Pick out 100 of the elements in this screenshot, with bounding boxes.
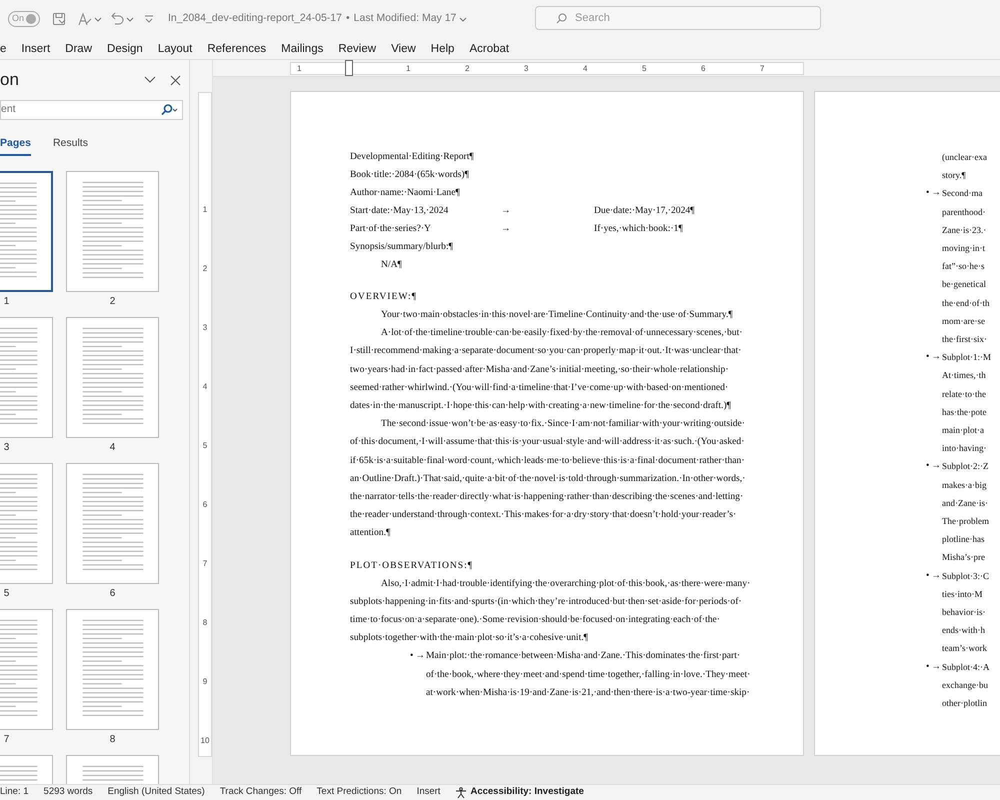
page-number: 2	[110, 295, 116, 309]
undo-icon[interactable]	[110, 12, 124, 26]
status-item[interactable]: Accessibility: Investigate	[470, 785, 584, 800]
ribbon-tab[interactable]: Review	[338, 40, 376, 56]
page-thumbnail[interactable]	[66, 609, 159, 730]
search-icon	[556, 12, 567, 24]
pane-tab[interactable]: Pages	[0, 134, 31, 156]
ribbon-tab[interactable]: Acrobat	[469, 40, 510, 56]
text-line: Developmental·Editing·Report¶	[350, 150, 475, 164]
status-item[interactable]: Line: 1	[0, 785, 29, 800]
accessibility-icon[interactable]	[455, 786, 468, 798]
ribbon-tab[interactable]: References	[207, 40, 266, 56]
pane-tab[interactable]: Results	[52, 134, 88, 156]
page-number: 1	[4, 295, 10, 309]
ribbon-tab[interactable]: View	[391, 40, 416, 56]
text-style-icon[interactable]	[78, 12, 92, 26]
status-item[interactable]: Text Predictions: On	[316, 785, 402, 800]
list-paragraph: Subplot·4:·A exchange·bu other·plotlin	[942, 660, 990, 710]
page-number: 4	[110, 441, 116, 455]
page-number: 6	[110, 587, 116, 601]
ruler-number: 6	[701, 63, 706, 75]
text-line: If·yes,·which·book:·1¶	[594, 222, 684, 236]
status-item[interactable]: Insert	[416, 785, 440, 800]
ribbon-tab[interactable]: Help	[430, 40, 454, 56]
customize-icon[interactable]	[144, 14, 154, 24]
bullet-mark: •	[410, 649, 414, 664]
caret-icon[interactable]	[126, 15, 134, 23]
paragraph: Also,·I·admit·I·had·trouble·identifying·the·overarching·plot·of·this·book,·as·there·were·many· subplots·happening·in·fits·and·spurts·(in·which·they’re·introduced·but·then·set·aside·for·periods·of· time·to·focus·on·a·separate·one).·Some·revision·should·be·focused·on·integrating·each·of·the· subplots·together·with·the·main·plot·so·it’s·a·cohesive·unit.¶	[350, 576, 752, 646]
search-field[interactable]: ent	[0, 100, 183, 120]
indent-marker[interactable]	[345, 60, 353, 76]
list-paragraph: Main·plot:·the·romance·between·Misha·and·Zane.·This·dominates·the·first·part· of·the·book,·where·they·meet·and·spend·time·together,·falling·in·love.·They·meet· at·work·when·Misha·is·19·and·Zane·is·21,·and·then·there·is·a·two-year·time·skip·	[426, 649, 750, 700]
text-line: Author·name:·Naomi·Lane¶	[350, 186, 461, 200]
pane-title: on	[0, 69, 19, 92]
paragraph: The·second·issue·won’t·be·as·easy·to·fix.·Since·I·am·not·familiar·with·your·writing·outside· of·this·document,·I·will·assume·that·this·is·your·usual·style·and·will·address·it·as·such.·(You·asked· if·65k·is·a·suitable·final·word·count,·which·leads·me·to·believe·this·is·a·final·document·rather·than· an·Outline·Draft.)·That·said,·quite·a·bit·of·the·novel·is·told·through·summarization.·In·other·words,· the·narrator·tells·the·reader·directly·what·is·happening·rather·than·describing·the·scenes·and·letting· the·reader·understand·through·context.·This·makes·for·a·dry·story·that·doesn’t·hold·your·reader’s· attention.¶	[350, 417, 746, 540]
page-number: 5	[4, 587, 10, 601]
tab-mark: →	[501, 204, 512, 218]
ruler-number: 1	[406, 63, 410, 75]
list-paragraph: Subplot·3:·C ties·into·M behavior·is· ends·with·h team’s·work	[942, 570, 990, 656]
page-number: 8	[110, 733, 116, 747]
ribbon-tab[interactable]: e	[0, 40, 6, 56]
ruler-number: 3	[524, 63, 528, 75]
close-icon[interactable]	[170, 74, 181, 86]
ribbon-tab[interactable]: Layout	[158, 40, 192, 56]
ruler-number: 2	[202, 264, 208, 274]
search-icon[interactable]	[160, 104, 178, 116]
paragraph: A·lot·of·the·timeline·trouble·can·be·easily·fixed·by·the·removal·of·unnecessary·scenes,·but· I·still·recommend·making·a·separate·document·so·you·can·properly·map·it·out.·It·was·unclear·that· two·years·had·in·fact·passed·after·Misha·and·Zane’s·initial·meeting,·so·their·whole·relationship· seemed·rather·whirlwind.·(You·will·find·a·timeline·that·I’ve·come·up·with·based·on·mentioned· dates·in·the·manuscript.·I·hope·this·can·help·with·creating·a·new·timeline·for·the·second·draft.)¶	[350, 326, 744, 414]
page-thumbnail[interactable]	[66, 317, 159, 438]
list-paragraph: Subplot·2:·Z makes·a·big and·Zane·is· The·problem plotline·has Misha’s·pre	[942, 460, 989, 564]
ruler-number: 6	[202, 500, 208, 510]
section-heading: PLOT·OBSERVATIONS:¶	[350, 558, 474, 573]
text-line: N/A¶	[380, 258, 403, 272]
page-number: 7	[4, 733, 10, 747]
section-heading: OVERVIEW:¶	[350, 290, 418, 304]
caret-icon[interactable]	[94, 15, 102, 23]
ribbon-tab[interactable]: Insert	[21, 40, 50, 56]
bullet-mark: •	[926, 350, 930, 364]
list-paragraph: Subplot·1:·M At·times,·th relate·to·the has·the·pote main·plot·a into·having·	[942, 351, 992, 456]
status-item[interactable]: 5293 words	[44, 785, 93, 800]
tab-mark: →	[931, 350, 941, 364]
bullet-mark: •	[926, 660, 930, 674]
ruler-number: 10	[200, 736, 210, 746]
tab-mark: →	[931, 459, 941, 474]
save-icon[interactable]	[52, 12, 66, 26]
ruler-number: 5	[202, 441, 208, 451]
status-item[interactable]: English (United States)	[108, 785, 205, 800]
tab-mark: →	[501, 222, 512, 236]
ruler-number: 7	[760, 63, 764, 75]
bullet-mark: •	[926, 568, 930, 583]
ruler-number: 5	[642, 63, 646, 75]
page-number: 3	[4, 441, 10, 455]
caret-icon[interactable]	[459, 15, 468, 23]
text-line: Start·date:·May·13,·2024	[350, 204, 450, 218]
text-line: Due·date:·May·17,·2024¶	[594, 204, 696, 218]
separator-dot: •	[346, 11, 350, 26]
tab-mark: →	[931, 568, 941, 583]
list-paragraph: Second·ma parenthood· Zane·is·23.· moving·in·t fat”·so·he·s be·genetical the·end·of·th mom·are·se the·first·six·	[942, 187, 990, 346]
page-thumbnail[interactable]	[66, 463, 159, 584]
ruler-number: 2	[465, 63, 470, 75]
tab-mark: →	[931, 186, 941, 200]
status-item[interactable]: Track Changes: Off	[220, 785, 302, 800]
document-title[interactable]: In_2084_dev-editing-report_24-05-17	[168, 11, 342, 27]
text-line: Synopsis/summary/blurb:¶	[350, 240, 454, 254]
ruler-number: 8	[202, 618, 208, 628]
page-thumbnail[interactable]	[66, 171, 159, 292]
chevron-icon[interactable]	[144, 76, 156, 84]
ruler-number: 9	[202, 677, 208, 687]
tab-mark: →	[415, 649, 425, 664]
ribbon-tab[interactable]: Draw	[65, 40, 92, 56]
bullet-mark: •	[926, 186, 930, 200]
ruler-number: 4	[583, 63, 588, 75]
ruler-number: 4	[202, 382, 208, 392]
ribbon-tab[interactable]: Mailings	[281, 40, 324, 56]
tab-mark: →	[931, 660, 941, 674]
text-line: Part·of·the·series?·Y	[350, 222, 432, 236]
ruler-number: 1	[202, 205, 208, 215]
last-modified[interactable]: Last Modified: May 17	[354, 11, 456, 27]
ruler-number: 3	[202, 323, 208, 333]
ribbon-tab[interactable]: Design	[107, 40, 143, 56]
paragraph: Your·two·main·obstacles·in·this·novel·are·Timeline·Continuity·and·the·use·of·Summary.¶	[380, 308, 734, 322]
list-paragraph: (unclear·exa story.¶	[942, 151, 987, 182]
